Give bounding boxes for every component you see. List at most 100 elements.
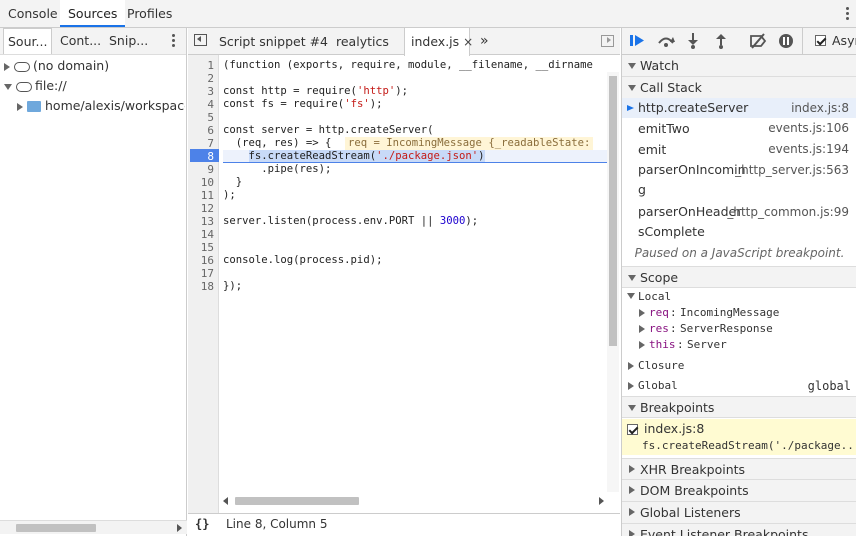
scope-var[interactable]: req: IncomingMessage	[622, 305, 856, 321]
breakpoint-checkbox[interactable]	[627, 424, 638, 435]
xhr-breakpoints-section-header[interactable]: XHR Breakpoints	[622, 458, 856, 480]
frame-function-wrap: g	[638, 182, 646, 197]
pause-on-exceptions-icon[interactable]	[778, 33, 794, 51]
line-number[interactable]: 10	[201, 176, 214, 189]
scope-var[interactable]: this: Server	[622, 337, 856, 353]
scope-closure[interactable]: Closure	[622, 357, 856, 375]
frame-function: emit	[638, 142, 667, 157]
step-into-icon[interactable]	[687, 33, 699, 51]
tab-sources-nav[interactable]: Sour...	[3, 28, 53, 54]
watch-section-header[interactable]: Watch	[622, 55, 856, 77]
deactivate-breakpoints-icon[interactable]	[749, 33, 767, 51]
breakpoint-item[interactable]: index.js:8 fs.createReadStream('./packag…	[622, 419, 856, 455]
call-frame[interactable]: emit events.js:194	[622, 139, 856, 160]
tree-item-file[interactable]: file://	[4, 76, 67, 96]
tree-item-folder[interactable]: home/alexis/workspace/l	[17, 96, 185, 116]
async-checkbox[interactable]	[815, 35, 826, 46]
line-number[interactable]: 5	[207, 111, 214, 124]
call-frame[interactable]: parserOnIncomin g _http_server.js:563	[622, 160, 856, 200]
line-number[interactable]: 13	[201, 215, 214, 228]
section-title: Event Listener Breakpoints	[640, 527, 809, 536]
call-frame[interactable]: emitTwo events.js:106	[622, 118, 856, 139]
call-stack-section-header[interactable]: Call Stack	[622, 77, 856, 99]
pretty-print-button[interactable]: {}	[195, 514, 209, 535]
line-number[interactable]: 11	[201, 189, 214, 202]
tab-realytics[interactable]: realytics	[330, 28, 395, 55]
close-tab-icon[interactable]: ×	[463, 35, 473, 49]
scrollbar-thumb[interactable]	[609, 76, 617, 346]
scrollbar-thumb[interactable]	[16, 524, 96, 532]
breakpoint-marker[interactable]	[190, 149, 219, 162]
global-listeners-section-header[interactable]: Global Listeners	[622, 502, 856, 524]
more-tabs-button[interactable]: »	[474, 28, 495, 55]
step-out-icon[interactable]	[715, 33, 727, 51]
line-number[interactable]: 18	[201, 280, 214, 293]
tab-script-snippet-4[interactable]: Script snippet #4	[213, 28, 334, 55]
frame-function: parserOnIncomin	[638, 162, 746, 177]
event-listener-breakpoints-section-header[interactable]: Event Listener Breakpoints	[622, 524, 856, 536]
collapse-arrow-icon[interactable]	[4, 83, 12, 90]
expand-arrow-icon[interactable]	[4, 62, 10, 71]
scope-global[interactable]: Global global	[622, 377, 856, 395]
collapse-arrow-icon	[628, 275, 636, 281]
code-area[interactable]: (function (exports, require, module, __f…	[223, 55, 607, 523]
line-number[interactable]: 16	[201, 254, 214, 267]
more-menu-icon[interactable]	[846, 6, 850, 22]
section-title: Watch	[640, 58, 679, 73]
scrollbar-thumb[interactable]	[235, 497, 359, 505]
line-number[interactable]: 12	[201, 202, 214, 215]
scope-var[interactable]: res: ServerResponse	[622, 321, 856, 337]
frame-location[interactable]: _http_common.js:99	[727, 202, 849, 222]
line-number[interactable]: 6	[207, 124, 214, 137]
line-number[interactable]: 8	[207, 150, 214, 163]
line-number[interactable]: 15	[201, 241, 214, 254]
frame-location[interactable]: events.js:106	[768, 118, 849, 139]
var-name: res	[649, 322, 669, 335]
frame-location[interactable]: events.js:194	[768, 139, 849, 160]
tab-sources[interactable]: Sources	[60, 0, 126, 27]
scope-section-header[interactable]: Scope	[622, 266, 856, 288]
call-frame[interactable]: parserOnHeader sComplete _http_common.js…	[622, 200, 856, 241]
line-number[interactable]: 1	[207, 59, 214, 72]
toggle-debugger-icon[interactable]	[601, 35, 614, 47]
breakpoint-location: index.js:8	[644, 421, 705, 436]
step-over-icon[interactable]	[657, 34, 675, 52]
frame-function: http.createServer	[638, 100, 749, 115]
frame-location[interactable]: index.js:8	[791, 98, 849, 118]
tab-profiles[interactable]: Profiles	[119, 0, 180, 27]
cloud-icon	[14, 61, 30, 72]
call-frame[interactable]: http.createServer index.js:8	[622, 98, 856, 118]
line-number[interactable]: 4	[207, 98, 214, 111]
scroll-right-icon[interactable]	[177, 524, 182, 532]
tab-snippets[interactable]: Snip...	[105, 28, 152, 54]
navigator-scrollbar[interactable]	[0, 520, 187, 534]
line-number[interactable]: 7	[207, 137, 214, 150]
folder-icon	[27, 101, 41, 112]
tab-index-js[interactable]: index.js ×	[404, 28, 473, 56]
line-number[interactable]: 9	[207, 163, 214, 176]
scroll-right-icon[interactable]	[599, 497, 604, 505]
scroll-left-icon[interactable]	[223, 497, 228, 505]
navigator-menu-icon[interactable]	[172, 33, 176, 49]
resume-icon[interactable]	[630, 34, 646, 52]
editor-horizontal-scrollbar[interactable]	[219, 494, 608, 508]
expand-arrow-icon[interactable]	[17, 102, 23, 111]
line-number[interactable]: 14	[201, 228, 214, 241]
tab-content-scripts[interactable]: Cont...	[56, 28, 105, 54]
var-value: ServerResponse	[680, 322, 773, 335]
line-gutter: 1 2 3 4 5 6 7 8 9 10 11 12 13 14 15 16 1…	[188, 55, 219, 523]
tree-item-label: home/alexis/workspace/l	[45, 98, 185, 113]
tree-item-no-domain[interactable]: (no domain)	[4, 56, 109, 76]
breakpoints-section-header[interactable]: Breakpoints	[622, 396, 856, 418]
toggle-navigator-icon[interactable]	[194, 34, 207, 46]
code-line: .pipe(res);	[223, 163, 332, 175]
frame-location[interactable]: _http_server.js:563	[735, 160, 849, 180]
scope-local[interactable]: Local	[622, 289, 856, 305]
line-number[interactable]: 17	[201, 267, 214, 280]
tab-console[interactable]: Console	[0, 0, 66, 27]
line-number[interactable]: 2	[207, 72, 214, 85]
dom-breakpoints-section-header[interactable]: DOM Breakpoints	[622, 480, 856, 502]
line-number[interactable]: 3	[207, 85, 214, 98]
code-line: });	[223, 280, 243, 292]
editor-vertical-scrollbar[interactable]	[607, 72, 619, 492]
